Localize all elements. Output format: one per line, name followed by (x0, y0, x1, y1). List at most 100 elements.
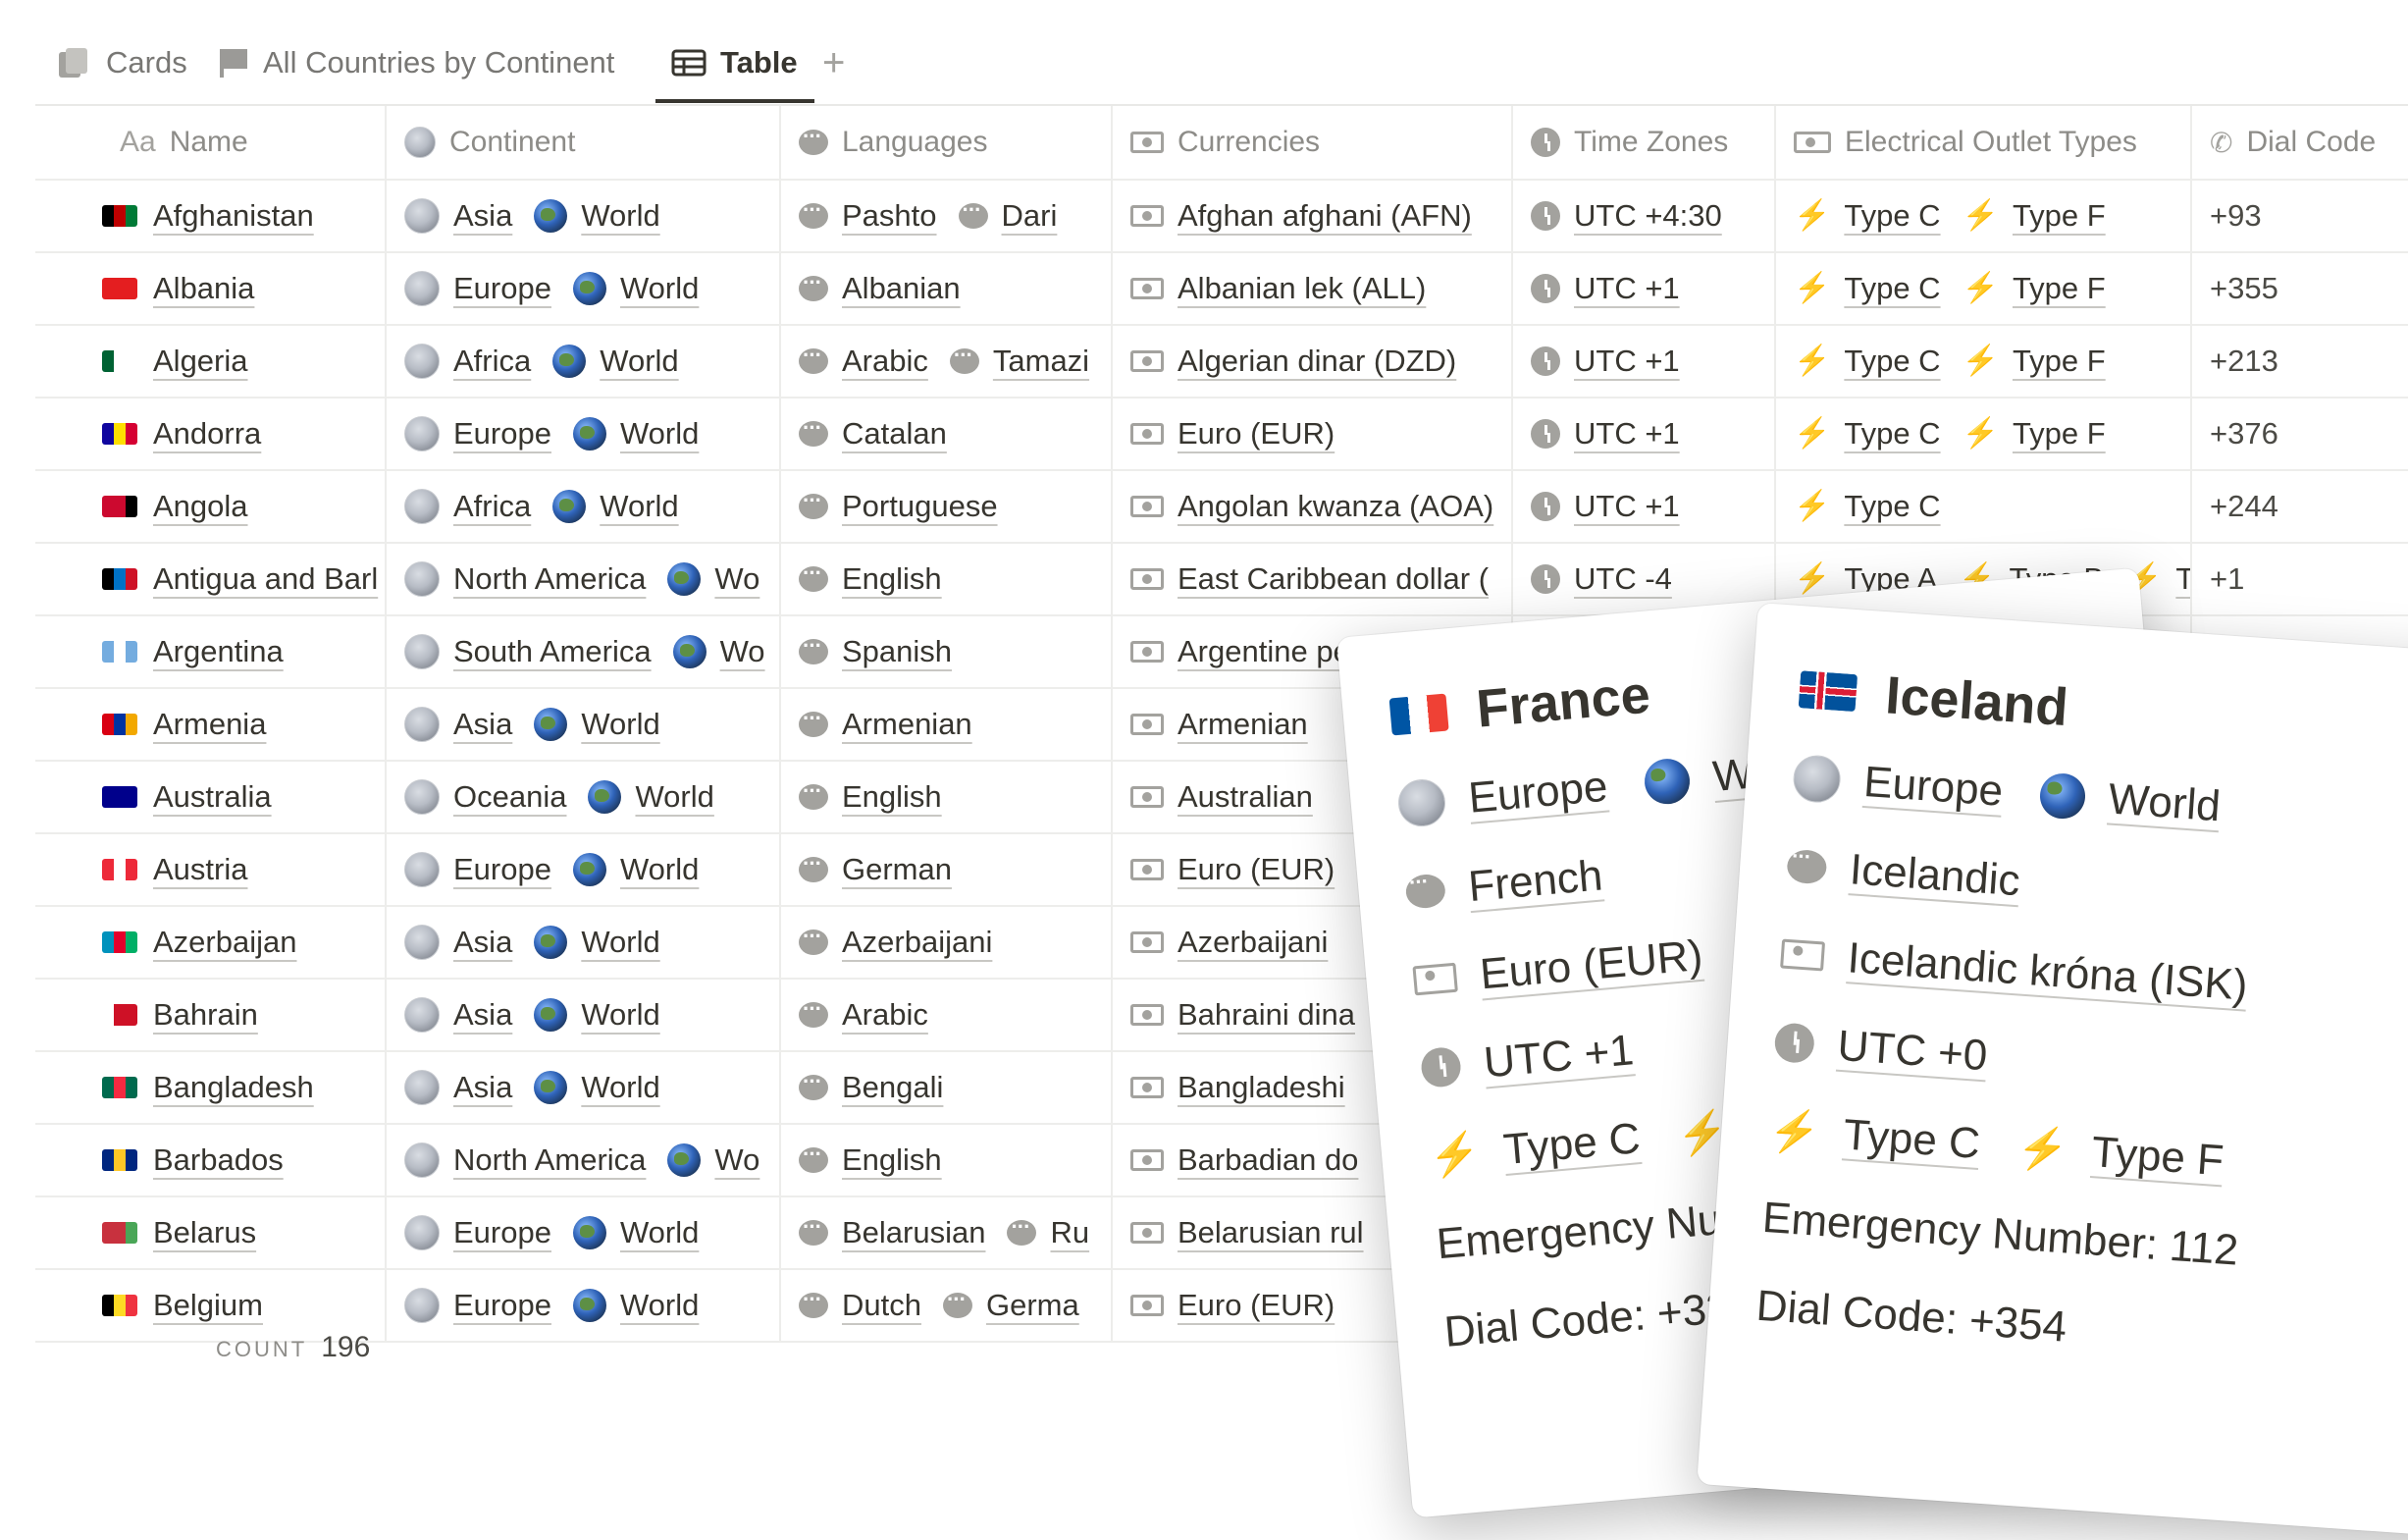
cell-currencies[interactable]: Angolan kwanza (AOA) (1113, 471, 1513, 542)
outlet-tag[interactable]: Type F (2090, 1128, 2225, 1186)
cell-continent[interactable]: Asia World (387, 181, 781, 251)
language-tag[interactable]: German (842, 852, 952, 887)
cell-continent[interactable]: Africa World (387, 471, 781, 542)
continent-tag-chip[interactable]: North America (404, 561, 646, 597)
outlet-tag[interactable]: Type F (2013, 416, 2106, 451)
language-tag[interactable]: Dutch (842, 1288, 921, 1323)
continent-tag[interactable]: World (581, 997, 659, 1033)
currency-tag-chip[interactable]: Albanian lek (ALL) (1130, 271, 1426, 306)
language-tag[interactable]: French (1466, 851, 1604, 912)
cell-name[interactable]: Barbados (35, 1125, 387, 1195)
currency-tag[interactable]: Euro (EUR) (1178, 416, 1335, 451)
country-name[interactable]: Algeria (153, 344, 248, 379)
currency-tag-chip[interactable]: Angolan kwanza (AOA) (1130, 489, 1493, 524)
continent-tag[interactable]: Europe (453, 1288, 551, 1323)
continent-tag-chip[interactable]: World (572, 271, 699, 306)
language-tag[interactable]: Ru (1050, 1215, 1089, 1250)
language-tag-chip[interactable]: Albanian (799, 270, 961, 306)
cell-name[interactable]: Afghanistan (35, 181, 387, 251)
cell-name[interactable]: Armenia (35, 689, 387, 760)
cell-languages[interactable]: Albanian (781, 253, 1113, 324)
language-tag-chip[interactable]: Dari (958, 197, 1057, 234)
cell-languages[interactable]: Azerbaijani (781, 907, 1113, 978)
currency-tag-chip[interactable]: Belarusian rul (1130, 1215, 1364, 1250)
country-name[interactable]: Belgium (153, 1288, 263, 1323)
currency-tag[interactable]: Australian (1178, 779, 1313, 815)
country-name[interactable]: Bangladesh (153, 1070, 314, 1105)
timezone-tag[interactable]: UTC +1 (1574, 271, 1680, 306)
cell-name[interactable]: Belarus (35, 1197, 387, 1268)
timezone-tag[interactable]: UTC +1 (1574, 416, 1680, 451)
language-tag-chip[interactable]: German (799, 851, 952, 887)
country-name[interactable]: Barbados (153, 1142, 284, 1178)
cell-continent[interactable]: Europe World (387, 253, 781, 324)
continent-tag-chip[interactable]: Europe (404, 271, 551, 306)
continent-tag-chip[interactable]: South America (404, 634, 652, 669)
cell-outlet-types[interactable]: ⚡ Type C (1776, 471, 2192, 542)
outlet-tag[interactable]: Type C (1844, 198, 1940, 234)
column-header-dial-code[interactable]: ✆ Dial Code (2192, 106, 2408, 179)
column-header-outlet-types[interactable]: Electrical Outlet Types (1776, 106, 2192, 179)
outlet-tag-chip[interactable]: ⚡ Type F (1963, 344, 2106, 379)
language-tag[interactable]: English (842, 561, 942, 597)
currency-tag[interactable]: Azerbaijani (1178, 925, 1328, 960)
cell-name[interactable]: Antigua and Barl (35, 544, 387, 614)
continent-tag-chip[interactable]: Europe (404, 852, 551, 887)
currency-tag-chip[interactable]: Afghan afghani (AFN) (1130, 198, 1472, 234)
cell-time-zones[interactable]: UTC +1 (1513, 326, 1776, 397)
language-tag-chip[interactable]: Germa (942, 1287, 1079, 1323)
continent-tag[interactable]: World (620, 416, 699, 451)
timezone-tag-chip[interactable]: UTC +1 (1531, 416, 1680, 451)
currency-tag[interactable]: East Caribbean dollar ( (1178, 561, 1489, 597)
country-name[interactable]: Australia (153, 779, 272, 815)
cell-languages[interactable]: Portuguese (781, 471, 1113, 542)
language-tag-chip[interactable]: Pashto (799, 197, 937, 234)
language-tag-chip[interactable]: Ru (1007, 1214, 1089, 1250)
outlet-tag-chip[interactable]: ⚡ Type C (1794, 198, 1941, 234)
cell-continent[interactable]: Europe World (387, 834, 781, 905)
cell-name[interactable]: Austria (35, 834, 387, 905)
cell-languages[interactable]: Pashto Dari (781, 181, 1113, 251)
continent-tag-chip[interactable]: Europe (404, 416, 551, 451)
continent-tag-chip[interactable]: World (572, 416, 699, 451)
continent-tag[interactable]: Asia (453, 707, 512, 742)
continent-tag-chip[interactable]: World (534, 925, 660, 960)
cell-outlet-types[interactable]: ⚡ Type C ⚡ Type F (1776, 253, 2192, 324)
language-tag-chip[interactable]: Catalan (799, 415, 947, 451)
outlet-tag[interactable]: Type F (2013, 271, 2106, 306)
cell-name[interactable]: Azerbaijan (35, 907, 387, 978)
language-tag-chip[interactable]: Tamazi (949, 343, 1089, 379)
cell-continent[interactable]: Europe World (387, 1270, 781, 1341)
cell-time-zones[interactable]: UTC +4:30 (1513, 181, 1776, 251)
continent-tag-chip[interactable]: Europe (404, 1288, 551, 1323)
cell-dial-code[interactable]: +213 (2192, 326, 2408, 397)
currency-tag[interactable]: Armenian (1178, 707, 1308, 742)
language-tag-chip[interactable]: Belarusian (799, 1214, 985, 1250)
language-tag[interactable]: English (842, 1142, 942, 1178)
add-view-button[interactable]: + (822, 37, 845, 88)
cell-name[interactable]: Algeria (35, 326, 387, 397)
outlet-tag[interactable]: T (2175, 561, 2190, 597)
cell-dial-code[interactable]: +93 (2192, 181, 2408, 251)
cell-name[interactable]: Argentina (35, 616, 387, 687)
continent-tag-chip[interactable]: World (552, 344, 679, 379)
cell-name[interactable]: Angola (35, 471, 387, 542)
language-tag-chip[interactable]: Dutch (799, 1287, 921, 1323)
continent-tag-chip[interactable]: Asia (404, 997, 512, 1033)
continent-tag[interactable]: Europe (453, 1215, 551, 1250)
timezone-tag[interactable]: UTC +1 (1482, 1026, 1636, 1088)
cell-continent[interactable]: North America Wo (387, 544, 781, 614)
continent-tag-chip[interactable]: Asia (404, 1070, 512, 1105)
outlet-tag-chip[interactable]: ⚡ Type F (1963, 271, 2106, 306)
continent-tag-chip[interactable]: World (552, 489, 679, 524)
currency-tag[interactable]: Afghan afghani (AFN) (1178, 198, 1472, 234)
cell-currencies[interactable]: Algerian dinar (DZD) (1113, 326, 1513, 397)
cell-languages[interactable]: Bengali (781, 1052, 1113, 1123)
cell-name[interactable]: Australia (35, 762, 387, 832)
timezone-tag-chip[interactable]: UTC +1 (1531, 344, 1680, 379)
language-tag[interactable]: Icelandic (1848, 845, 2022, 906)
country-name[interactable]: Albania (153, 271, 254, 306)
country-name[interactable]: Afghanistan (153, 198, 314, 234)
cell-time-zones[interactable]: UTC +1 (1513, 253, 1776, 324)
country-name[interactable]: Argentina (153, 634, 284, 669)
